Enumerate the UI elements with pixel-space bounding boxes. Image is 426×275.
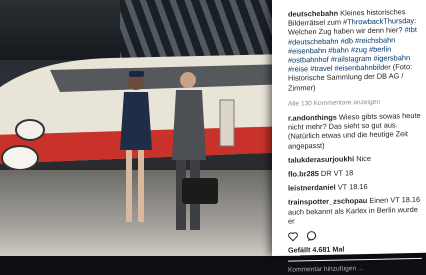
comment-user[interactable]: leistnerdaniel: [288, 183, 336, 193]
comment-user[interactable]: flo.br285: [288, 169, 319, 179]
post-photo: [0, 0, 300, 256]
people-illustration: [120, 71, 218, 230]
post-caption-text: Kleines historisches Bilderrätsel zum #T…: [288, 7, 417, 93]
comment-item: r.andonthings Wieso gibts sowas heute ni…: [288, 111, 422, 151]
add-comment-input[interactable]: Kommentar hinzufügen ...: [288, 258, 422, 275]
view-all-comments-link[interactable]: Alle 130 Kommentare anzeigen: [288, 97, 422, 109]
post-content: deutschebahn Kleines historisches Bilder…: [288, 7, 422, 275]
comment-item: flo.br285 DR VT 18: [288, 167, 422, 179]
comment-item: talukderasurjoukhi Nice: [288, 153, 422, 165]
comment-text: VT 18.16: [337, 182, 368, 192]
post-actions: [288, 229, 422, 242]
heart-icon[interactable]: [288, 232, 298, 242]
comment-icon[interactable]: [306, 231, 317, 242]
comment-item: trainspotter_zschopau Einen VT 18.16 auc…: [288, 195, 422, 225]
comment-user[interactable]: talukderasurjoukhi: [288, 154, 354, 164]
post-caption: deutschebahn Kleines historisches Bilder…: [288, 7, 422, 93]
comment-item: leistnerdaniel VT 18.16: [288, 181, 422, 193]
post-side-panel: deutschebahn Kleines historisches Bilder…: [272, 0, 426, 275]
likes-count[interactable]: Gefällt 4.681 Mal: [288, 243, 422, 255]
comment-text: DR VT 18: [320, 168, 354, 179]
comment-text: Nice: [356, 153, 371, 164]
